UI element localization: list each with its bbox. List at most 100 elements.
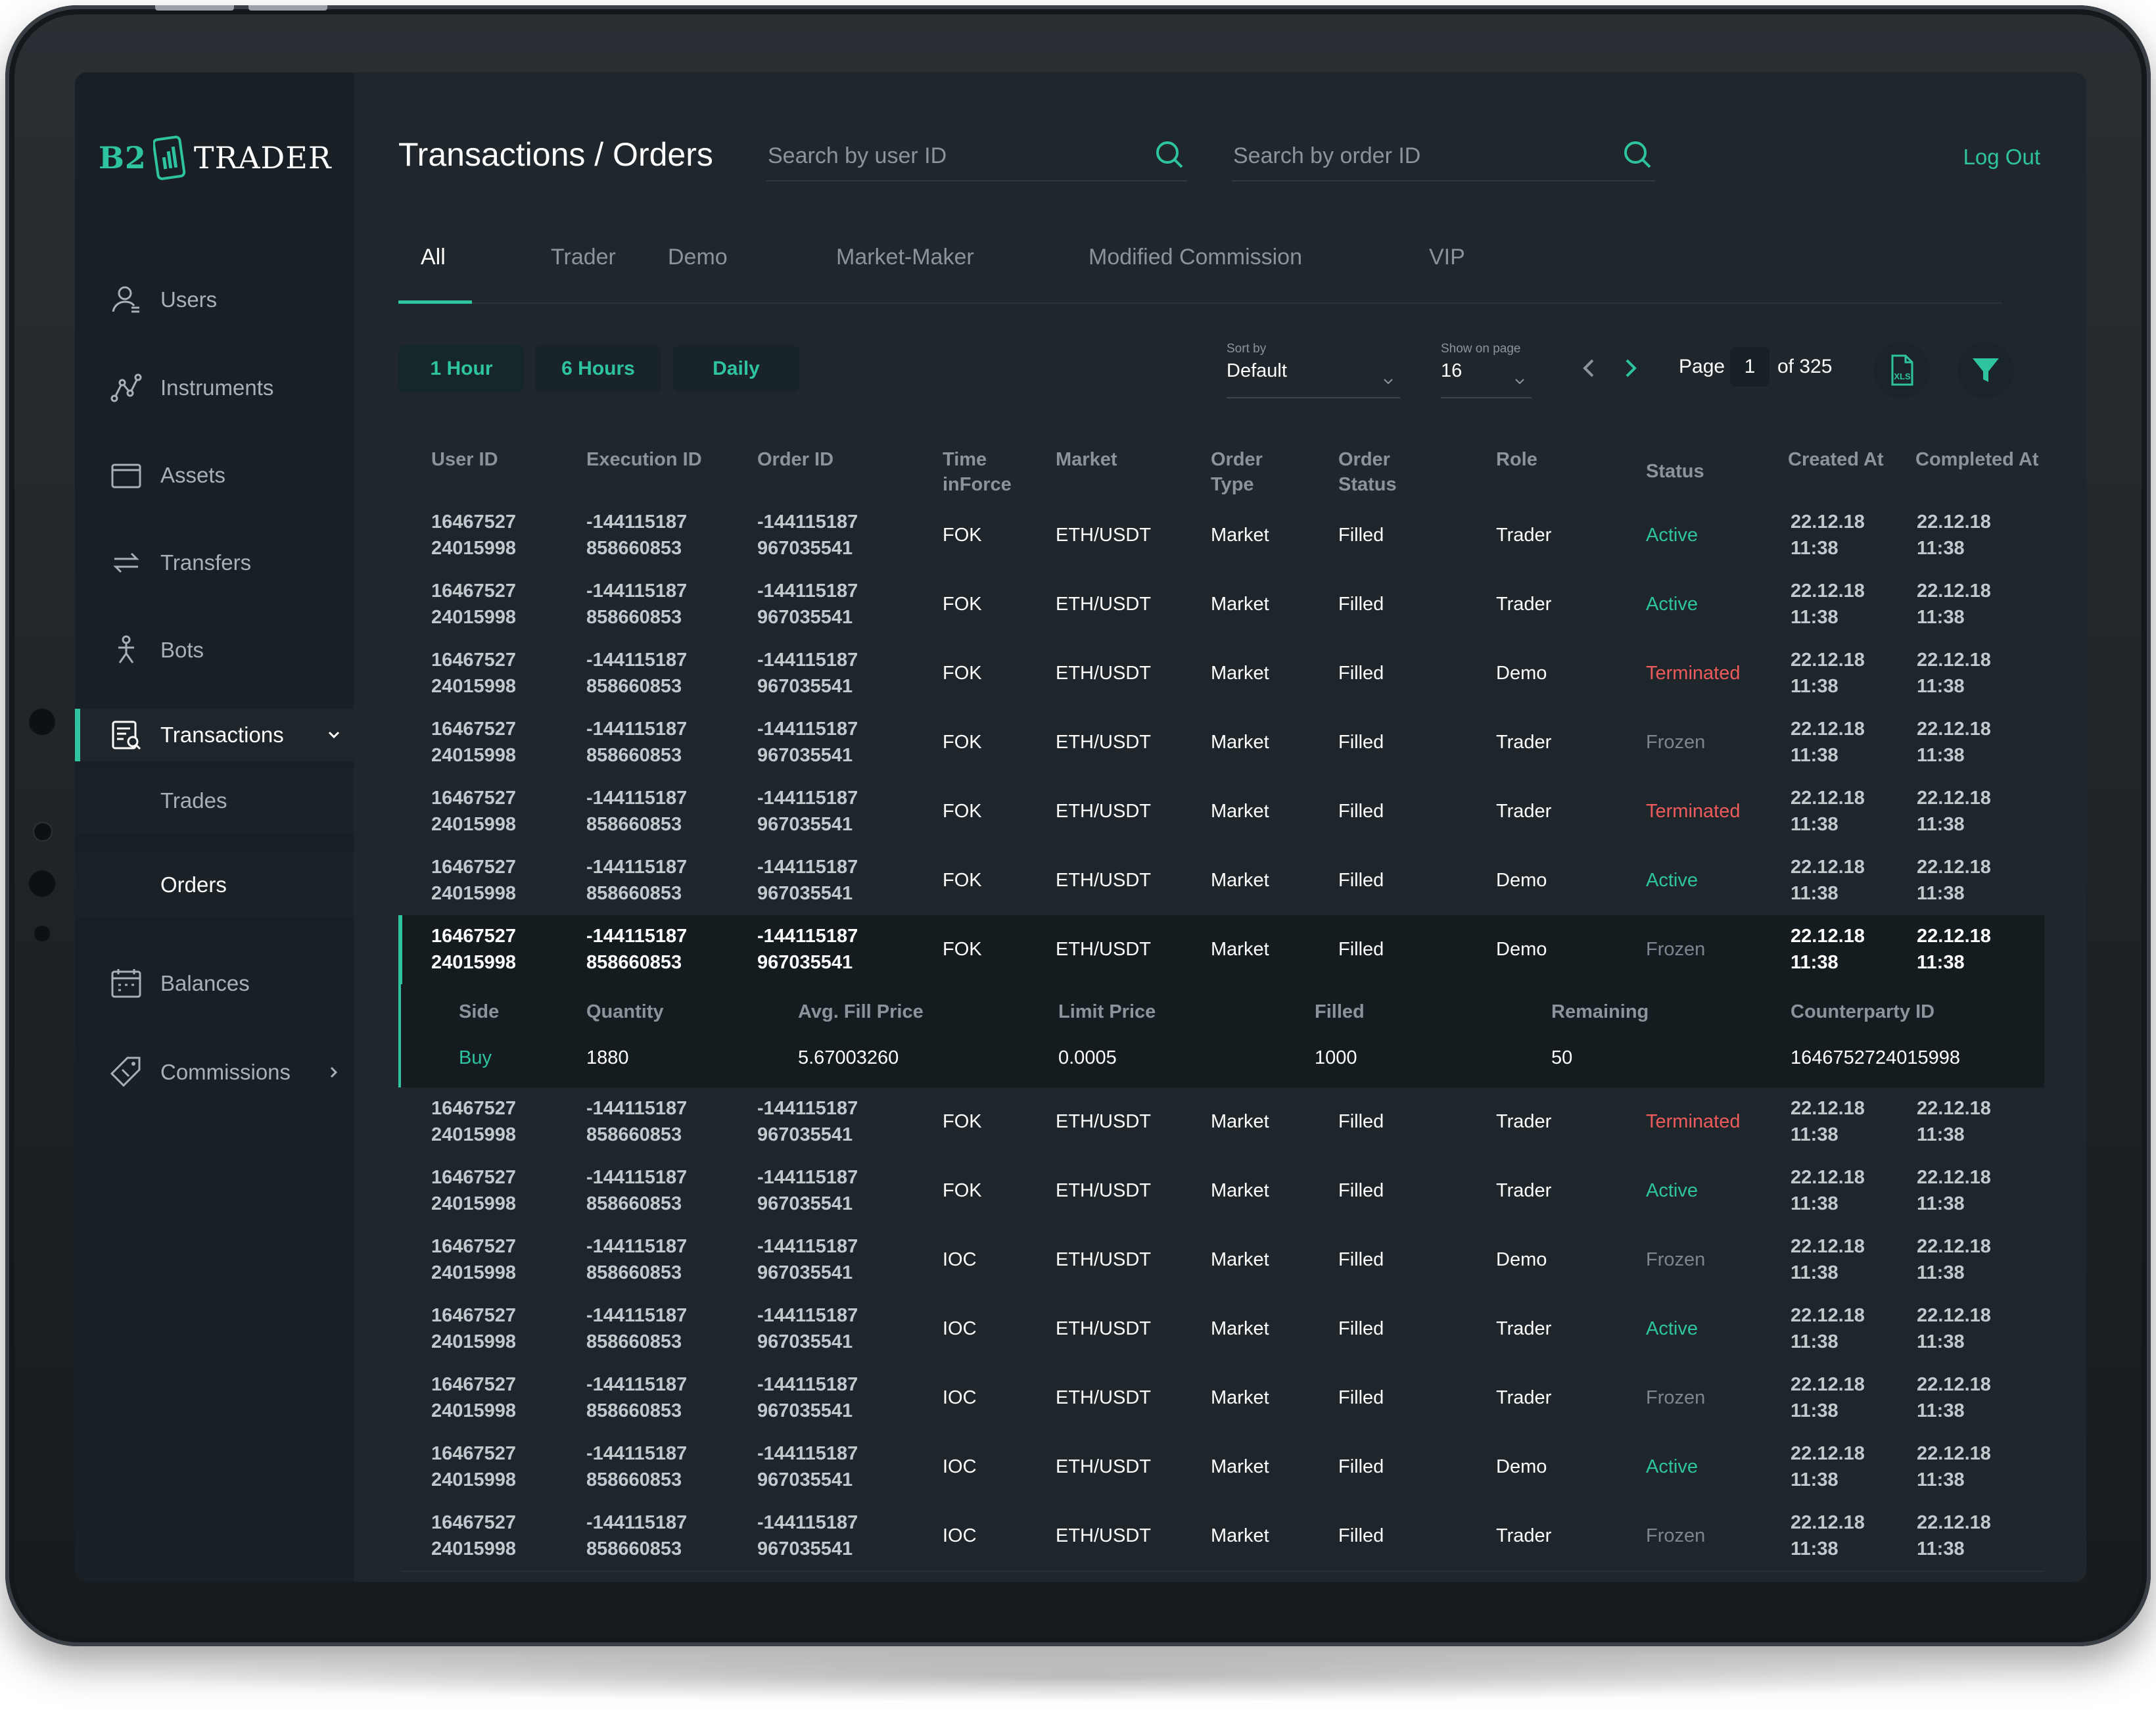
table-row[interactable]: 16467527 24015998 -144115187 858660853 -1441… <box>401 1156 2044 1227</box>
sidebar-item-balances[interactable]: Balances <box>75 957 354 1010</box>
cell-order-id: -144115187 967035541 <box>757 923 858 976</box>
cell-completed-at-text: 11:38 <box>1917 676 1965 697</box>
sidebar-subitem-orders[interactable]: Orders <box>75 852 354 918</box>
page-title: Transactions / Orders <box>398 136 713 173</box>
filter-button[interactable] <box>1957 342 2014 398</box>
search-user-input[interactable] <box>766 142 1187 170</box>
chevron-down-icon[interactable] <box>325 726 343 744</box>
cell-completed-at: 22.12.18 11:38 <box>1917 1371 1991 1424</box>
table-row[interactable]: 16467527 24015998 -144115187 858660853 -1441… <box>401 570 2044 640</box>
cell-order-id: -144115187 967035541 <box>757 1371 858 1424</box>
cell-role: Trader <box>1496 591 1551 617</box>
col-status[interactable]: Status <box>1646 459 1704 484</box>
tag-icon <box>110 1057 141 1087</box>
tab-demo[interactable]: Demo <box>668 245 728 270</box>
table-row[interactable]: 16467527 24015998 -144115187 858660853 -1441… <box>401 639 2044 709</box>
table-row[interactable]: 16467527 24015998 -144115187 858660853 -1441… <box>401 1295 2044 1365</box>
tab-all[interactable]: All <box>421 245 446 270</box>
search-order-field[interactable] <box>1232 131 1655 181</box>
sidebar-item-commissions[interactable]: Commissions <box>75 1046 354 1099</box>
logout-link[interactable]: Log Out <box>1963 145 2040 170</box>
camera-lens <box>33 822 53 842</box>
export-xls-button[interactable]: XLS <box>1873 342 1930 398</box>
col-execution-id[interactable]: Execution ID <box>586 447 702 472</box>
cell-order-id-text: 967035541 <box>757 814 853 835</box>
cell-time-in-force-text: FOK <box>943 870 982 891</box>
col-completed-at[interactable]: Completed At <box>1915 447 2038 472</box>
col-order-id[interactable]: Order ID <box>757 447 833 472</box>
cell-time-in-force: FOK <box>943 798 982 824</box>
col-order-status[interactable]: Order Status <box>1338 447 1397 497</box>
table-row[interactable]: 16467527 24015998 -144115187 858660853 -1441… <box>401 1433 2044 1503</box>
col-created-at[interactable]: Created At <box>1788 447 1884 472</box>
sidebar-item-transfers[interactable]: Transfers <box>75 536 354 589</box>
cell-market-text: ETH/USDT <box>1056 1180 1151 1201</box>
table-row[interactable]: 16467527 24015998 -144115187 858660853 -1441… <box>401 846 2044 916</box>
cell-order-type-text: Market <box>1211 1318 1269 1339</box>
table-row[interactable]: 16467527 24015998 -144115187 858660853 -1441… <box>401 1502 2044 1572</box>
sidebar-item-transactions[interactable]: Transactions <box>75 709 354 761</box>
filter-icon <box>1973 358 1999 382</box>
cell-user-id-text: 16467527 <box>431 581 517 602</box>
table-row[interactable]: 16467527 24015998 -144115187 858660853 -1441… <box>401 1087 2044 1158</box>
cell-execution-id: -144115187 858660853 <box>586 1509 687 1562</box>
cell-time-in-force: FOK <box>943 522 982 548</box>
table-row[interactable]: 16467527 24015998 -144115187 858660853 -1441… <box>401 501 2044 571</box>
cell-order-type-text: Market <box>1211 525 1269 546</box>
tab-vip[interactable]: VIP <box>1429 245 1465 270</box>
cell-order-type: Market <box>1211 1523 1269 1549</box>
next-page-icon[interactable] <box>1617 355 1643 381</box>
page-size-caption: Show on page <box>1441 342 1521 356</box>
cell-execution-id: -144115187 858660853 <box>586 785 687 838</box>
brand-logo[interactable]: B2 TRADER <box>99 135 332 180</box>
previous-page-icon[interactable] <box>1576 355 1603 381</box>
col-order-type[interactable]: Order Type <box>1211 447 1263 497</box>
cell-status-text: Active <box>1646 525 1698 546</box>
cell-order-id-text: 967035541 <box>757 952 853 973</box>
sidebar-item-label: Transactions <box>160 723 284 747</box>
sidebar-item-assets[interactable]: Assets <box>75 449 354 502</box>
sidebar-item-instruments[interactable]: Instruments <box>75 362 354 414</box>
sidebar-item-users[interactable]: Users <box>75 273 354 326</box>
cell-role: Demo <box>1496 1454 1547 1480</box>
cell-order-status-text: Filled <box>1338 1525 1384 1546</box>
cell-role-text: Trader <box>1496 525 1552 546</box>
table-row[interactable]: 16467527 24015998 -144115187 858660853 -1441… <box>401 1364 2044 1434</box>
search-order-input[interactable] <box>1232 142 1655 170</box>
cell-execution-id-text: -144115187 <box>586 1305 688 1326</box>
cell-role-text: Demo <box>1496 870 1547 891</box>
table-row[interactable]: 16467527 24015998 -144115187 858660853 -1441… <box>398 915 2044 1087</box>
col-time-in-force[interactable]: Time inForce <box>943 447 1012 497</box>
detail-value-avg: 5.67003260 <box>798 1047 899 1068</box>
chevron-down-icon <box>1515 379 1524 385</box>
cell-created-at: 22.12.18 11:38 <box>1791 1164 1865 1217</box>
tab-trader[interactable]: Trader <box>551 245 616 270</box>
cell-created-at-text: 22.12.18 <box>1791 1236 1865 1257</box>
search-icon[interactable] <box>1621 138 1654 171</box>
cell-execution-id: -144115187 858660853 <box>586 509 687 561</box>
cell-role-text: Trader <box>1496 1180 1552 1201</box>
chevron-right-icon[interactable] <box>325 1063 343 1081</box>
sort-select[interactable]: Sort by Default <box>1227 342 1400 398</box>
cell-user-id: 16467527 24015998 <box>431 1302 516 1355</box>
col-user-id[interactable]: User ID <box>431 447 498 472</box>
sidebar-subitem-trades[interactable]: Trades <box>75 768 354 834</box>
table-row[interactable]: 16467527 24015998 -144115187 858660853 -1441… <box>401 708 2044 778</box>
cell-completed-at-text: 11:38 <box>1917 1400 1965 1421</box>
col-role[interactable]: Role <box>1496 447 1537 472</box>
page-number-input[interactable]: 1 <box>1730 347 1769 387</box>
period-1-hour-button[interactable]: 1 Hour <box>398 345 525 392</box>
table-row[interactable]: 16467527 24015998 -144115187 858660853 -1441… <box>401 777 2044 847</box>
search-user-field[interactable] <box>766 131 1187 181</box>
table-row[interactable]: 16467527 24015998 -144115187 858660853 -1441… <box>401 1225 2044 1296</box>
search-icon[interactable] <box>1153 138 1186 171</box>
period-daily-button[interactable]: Daily <box>673 345 799 392</box>
period-6-hours-button[interactable]: 6 Hours <box>535 345 661 392</box>
cell-created-at-text: 11:38 <box>1791 1469 1839 1490</box>
tab-modified-commission[interactable]: Modified Commission <box>1089 245 1302 270</box>
tab-market-maker[interactable]: Market-Maker <box>836 245 974 270</box>
page-size-select[interactable]: Show on page 16 <box>1441 342 1532 398</box>
sidebar-item-bots[interactable]: Bots <box>75 624 354 677</box>
col-market[interactable]: Market <box>1056 447 1117 472</box>
cell-status: Terminated <box>1646 1108 1740 1135</box>
